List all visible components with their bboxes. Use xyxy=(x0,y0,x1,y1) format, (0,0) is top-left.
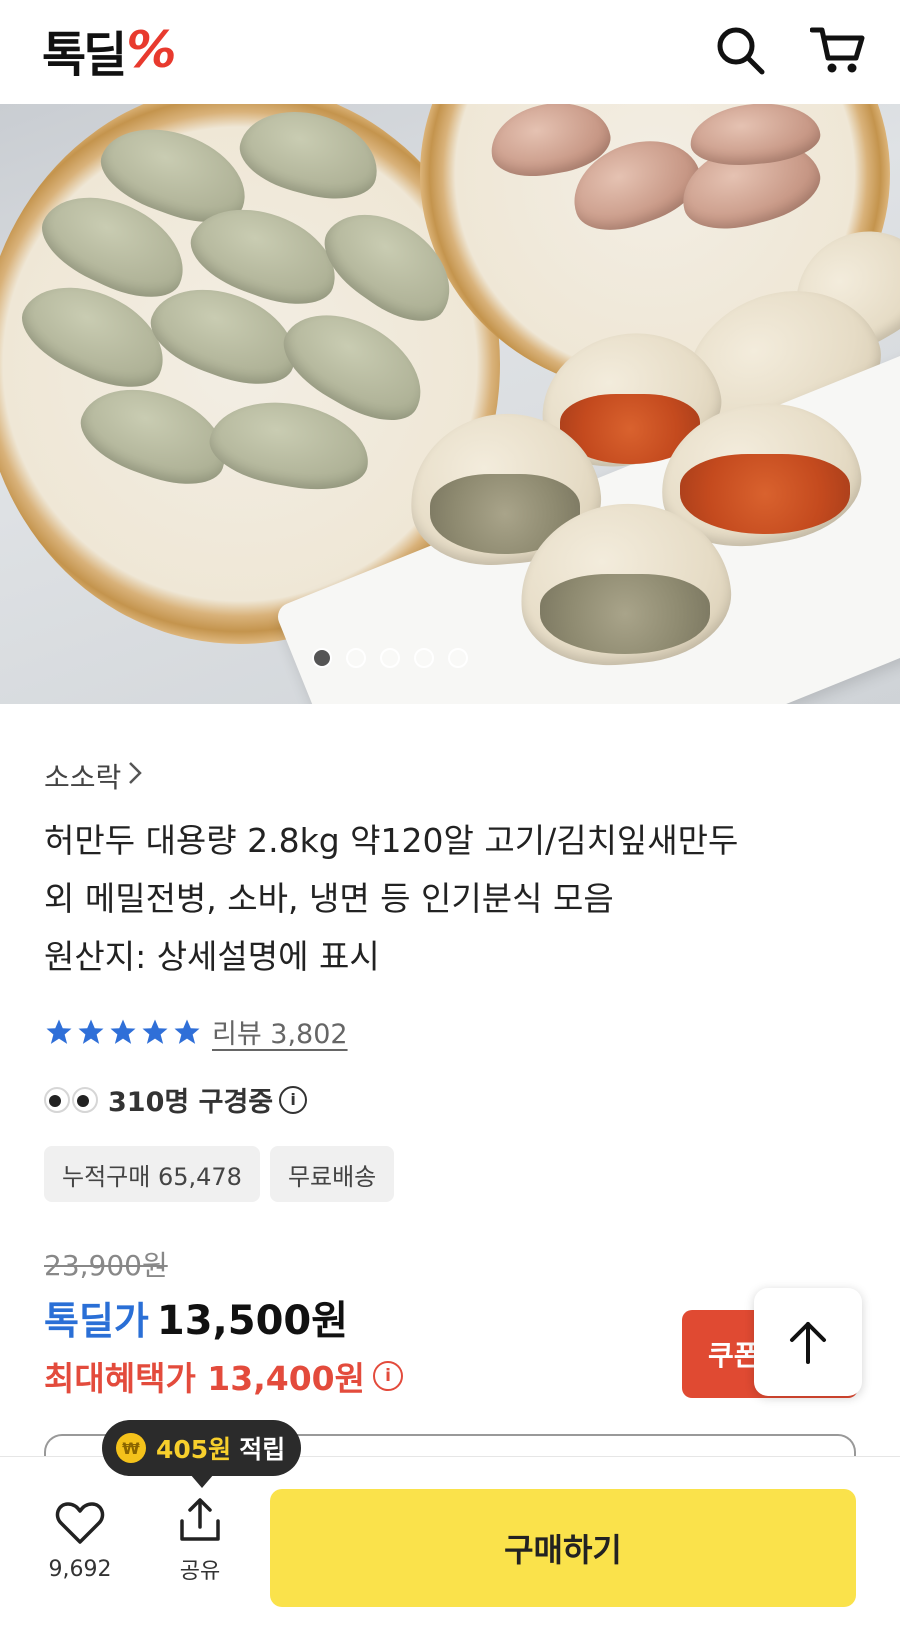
heart-icon xyxy=(55,1502,105,1544)
carousel-dot[interactable] xyxy=(346,648,366,668)
logo-text: 톡딜 xyxy=(42,27,127,83)
deal-price: 13,500원 xyxy=(156,1298,349,1344)
carousel-dot[interactable] xyxy=(380,648,400,668)
like-button[interactable]: 9,692 xyxy=(44,1501,116,1582)
cart-icon[interactable] xyxy=(810,22,866,78)
star-rating xyxy=(44,1017,202,1047)
title-line: 허만두 대용량 2.8kg 약120알 고기/김치잎새만두 xyxy=(44,821,739,860)
product-title: 허만두 대용량 2.8kg 약120알 고기/김치잎새만두 외 메밀전병, 소바… xyxy=(44,812,864,986)
max-benefit-price: 최대혜택가 13,400원 xyxy=(44,1359,365,1398)
share-label: 공유 xyxy=(179,1559,221,1584)
star-icon xyxy=(174,1019,200,1044)
points-amount: 405원 xyxy=(156,1435,232,1464)
kimchi-filling-image xyxy=(680,454,850,534)
carousel-dot[interactable] xyxy=(414,648,434,668)
origin-line: 원산지: 상세설명에 표시 xyxy=(44,937,380,976)
deal-price-row: 톡딜가 13,500원 xyxy=(44,1288,348,1346)
info-icon[interactable]: i xyxy=(279,1085,308,1114)
max-benefit-row: 최대혜택가 13,400원 i xyxy=(44,1352,403,1400)
product-tags: 누적구매 65,478 무료배송 xyxy=(44,1146,395,1202)
title-line: 외 메밀전병, 소바, 냉면 등 인기분식 모음 xyxy=(44,879,614,918)
app-logo[interactable]: 톡딜 % xyxy=(42,18,177,83)
search-icon[interactable] xyxy=(712,22,768,78)
review-count-link[interactable]: 리뷰 3,802 xyxy=(212,1012,348,1051)
star-icon xyxy=(142,1019,168,1044)
brand-name: 소소락 xyxy=(44,761,122,794)
like-count: 9,692 xyxy=(48,1557,112,1582)
cumulative-purchase-tag: 누적구매 65,478 xyxy=(44,1146,260,1202)
rating-row: 리뷰 3,802 xyxy=(44,1012,348,1051)
share-button[interactable]: 공유 xyxy=(164,1497,236,1585)
carousel-indicator xyxy=(0,648,840,668)
star-icon xyxy=(110,1019,136,1044)
logo-mark: % xyxy=(126,21,177,79)
scroll-top-button[interactable] xyxy=(754,1288,862,1396)
carousel-dot[interactable] xyxy=(448,648,468,668)
brand-link[interactable]: 소소락 xyxy=(44,756,143,796)
buy-button[interactable]: 구매하기 xyxy=(270,1489,856,1607)
eyes-icon xyxy=(44,1086,98,1113)
product-image-carousel[interactable] xyxy=(0,104,900,704)
points-suffix: 적립 xyxy=(239,1435,286,1464)
share-icon xyxy=(180,1498,220,1541)
carousel-dot[interactable] xyxy=(312,648,332,668)
free-shipping-tag: 무료배송 xyxy=(269,1146,395,1202)
coin-icon: ₩ xyxy=(116,1433,146,1463)
coupon-label: 쿠폰 xyxy=(708,1339,760,1372)
star-icon xyxy=(46,1019,72,1044)
points-tooltip: ₩ 405원 적립 xyxy=(102,1420,302,1488)
star-icon xyxy=(78,1019,104,1044)
arrow-up-icon xyxy=(790,1322,826,1364)
bottom-action-bar: 9,692 공유 구매하기 xyxy=(0,1456,900,1633)
viewer-count-text: 310명 구경중 xyxy=(108,1087,274,1118)
meat-filling-image xyxy=(540,574,710,654)
viewer-count: 310명 구경중 i xyxy=(44,1080,308,1119)
top-header: 톡딜 % xyxy=(0,0,900,104)
deal-price-label: 톡딜가 xyxy=(44,1299,149,1343)
info-icon[interactable]: i xyxy=(373,1361,403,1391)
chevron-right-icon xyxy=(127,760,143,793)
original-price: 23,900원 xyxy=(44,1249,168,1282)
